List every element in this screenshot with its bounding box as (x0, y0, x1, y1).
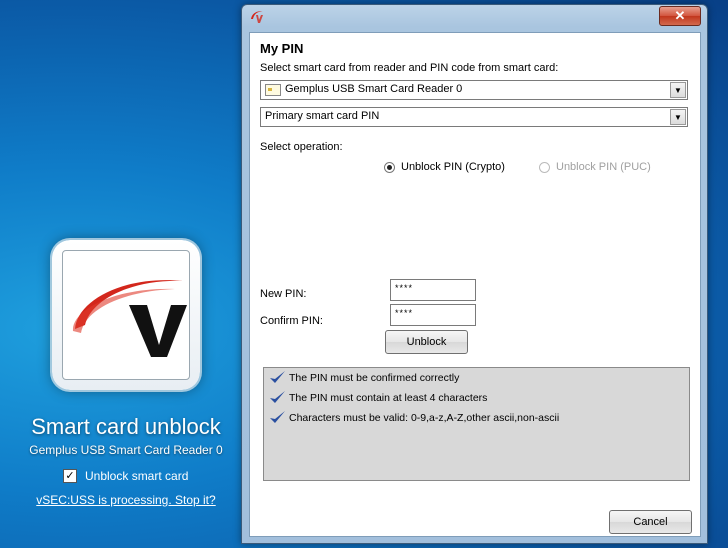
checkmark-icon (270, 411, 285, 423)
radio-unselected-icon (539, 161, 550, 173)
checkmark-icon (270, 371, 285, 383)
unblock-button[interactable]: Unblock (385, 330, 468, 354)
radio-crypto-label: Unblock PIN (Crypto) (401, 161, 505, 173)
rule-text: The PIN must be confirmed correctly (289, 371, 460, 384)
unblock-smart-card-checkbox[interactable]: ✓ Unblock smart card (63, 469, 188, 483)
confirm-pin-field[interactable]: **** (390, 304, 476, 326)
chevron-down-icon[interactable]: ▼ (670, 82, 686, 98)
radio-unblock-puc: Unblock PIN (PUC) (539, 161, 651, 173)
new-pin-value: **** (395, 283, 414, 293)
rule-item: The PIN must contain at least 4 characte… (269, 390, 487, 405)
my-pin-window: ✕ My PIN Select smart card from reader a… (241, 4, 708, 544)
close-button[interactable]: ✕ (659, 6, 701, 26)
desktop-title: Smart card unblock (31, 414, 221, 439)
confirm-pin-label: Confirm PIN: (260, 315, 323, 327)
page-title: My PIN (260, 41, 304, 56)
app-icon (249, 9, 265, 25)
dialog-content: My PIN Select smart card from reader and… (249, 32, 701, 537)
smart-card-icon (265, 84, 281, 96)
stop-processing-link[interactable]: vSEC:USS is processing. Stop it? (0, 493, 252, 507)
rule-text: The PIN must contain at least 4 characte… (289, 391, 488, 404)
radio-selected-icon[interactable] (384, 161, 395, 173)
pin-rules-panel: The PIN must be confirmed correctly The … (263, 367, 690, 481)
reader-select[interactable]: Gemplus USB Smart Card Reader 0 ▼ (260, 80, 688, 100)
rule-item: Characters must be valid: 0-9,a-z,A-Z,ot… (269, 410, 559, 425)
chevron-down-icon[interactable]: ▼ (670, 109, 686, 125)
instruction-text: Select smart card from reader and PIN co… (260, 62, 559, 74)
radio-puc-label: Unblock PIN (PUC) (556, 161, 651, 173)
confirm-pin-value: **** (395, 308, 414, 318)
title-bar[interactable]: ✕ (242, 5, 707, 29)
rule-text: Characters must be valid: 0-9,a-z,A-Z,ot… (289, 411, 560, 424)
desktop-subtitle: Gemplus USB Smart Card Reader 0 (29, 443, 223, 457)
cancel-button[interactable]: Cancel (609, 510, 692, 534)
app-logo-tile (52, 240, 200, 390)
radio-unblock-crypto[interactable]: Unblock PIN (Crypto) (384, 161, 505, 173)
new-pin-label: New PIN: (260, 288, 307, 300)
pin-type-select-value: Primary smart card PIN (265, 110, 380, 122)
new-pin-field[interactable]: **** (390, 279, 476, 301)
rule-item: The PIN must be confirmed correctly (269, 370, 459, 385)
checkbox-label: Unblock smart card (85, 469, 189, 483)
pin-type-select[interactable]: Primary smart card PIN ▼ (260, 107, 688, 127)
reader-select-value: Gemplus USB Smart Card Reader 0 (285, 83, 463, 95)
checkmark-icon (270, 391, 285, 403)
checkmark-icon[interactable]: ✓ (63, 469, 77, 483)
operation-label: Select operation: (260, 141, 343, 153)
vsec-logo (62, 250, 190, 380)
